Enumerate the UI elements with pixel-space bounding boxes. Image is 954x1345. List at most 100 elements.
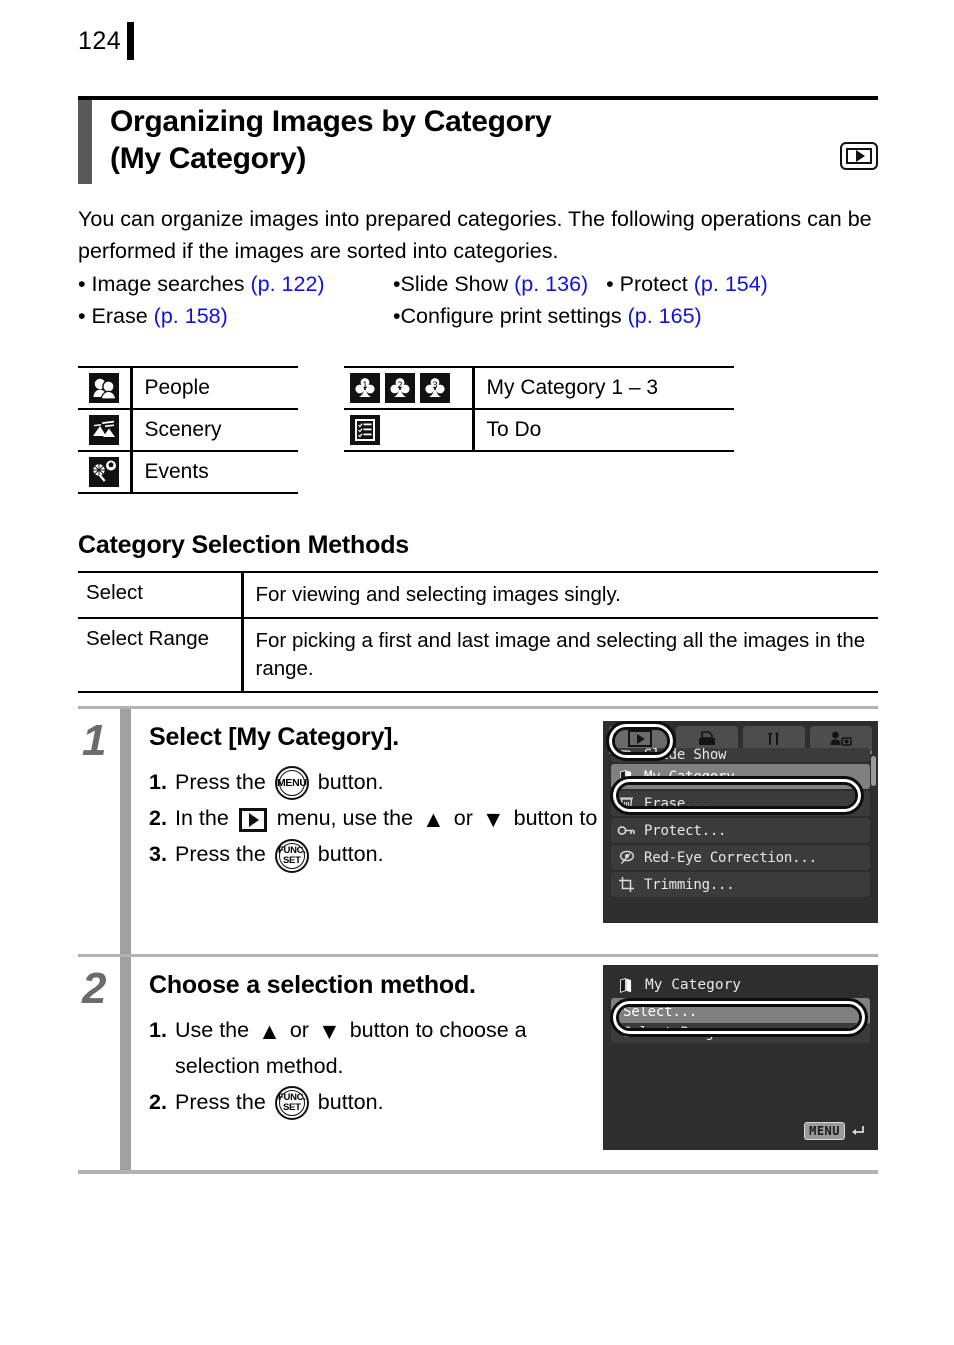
- scenery-icon: [89, 415, 119, 445]
- list-item-trimming[interactable]: Trimming...: [611, 872, 870, 897]
- list-item-number: 1.: [149, 1018, 167, 1042]
- instruction-suffix: button.: [317, 1090, 384, 1114]
- instruction-prefix: Press the: [175, 770, 266, 794]
- category-label: To Do: [486, 418, 542, 441]
- step-1: 1 Select [My Category]. 1. Press the MEN…: [78, 706, 878, 954]
- list-item-label: Select...: [623, 1003, 698, 1020]
- list-item-number: 2.: [149, 1090, 167, 1114]
- list-item-red-eye[interactable]: Red-Eye Correction...: [611, 845, 870, 870]
- table-row: To Do: [344, 408, 734, 452]
- menu-badge[interactable]: MENU: [804, 1122, 845, 1140]
- list-item-label: Select Range...: [623, 1025, 747, 1041]
- step-number: 1: [82, 716, 107, 765]
- arrow-up-icon: ▲: [258, 1017, 281, 1044]
- category-icon-cell: [78, 452, 130, 492]
- bullet-label-2: Slide Show: [400, 272, 509, 296]
- scrollbar-thumb[interactable]: [871, 756, 876, 786]
- bullet-ref-3[interactable]: (p. 154): [694, 272, 768, 296]
- list-item-my-category[interactable]: My Category...: [611, 764, 870, 789]
- events-icon: [89, 457, 119, 487]
- list-item-label: Erase...: [644, 795, 710, 812]
- bullet-ref-1[interactable]: (p. 122): [250, 272, 324, 296]
- method-description: For viewing and selecting images singly.: [255, 583, 621, 606]
- my-camera-tab-icon: [830, 731, 852, 746]
- bullet-marker-2: •: [393, 272, 401, 296]
- print-tab-icon: [699, 730, 715, 745]
- instruction-prefix: Press the: [175, 842, 266, 867]
- category-table-left: People Scenery Events: [78, 366, 298, 494]
- list-item-number: 1.: [149, 770, 167, 794]
- instruction-suffix: button.: [317, 770, 384, 794]
- menu-button-icon: MENU: [274, 766, 309, 801]
- lcd-screen-playback-menu: Slide Show My Category... Erase... Prote…: [603, 721, 878, 923]
- table-row: Select Range For picking a first and las…: [78, 617, 878, 693]
- playback-menu-icon: [238, 807, 267, 832]
- step-body: Select [My Category]. 1. Press the MENU …: [131, 709, 878, 954]
- func-set-label: FUNC. SET: [278, 845, 306, 866]
- list-item-select-range[interactable]: Select Range...: [611, 1023, 870, 1043]
- list-item-number: 3.: [149, 842, 167, 867]
- methods-table: Select For viewing and selecting images …: [78, 571, 878, 693]
- bullet-marker-4: •: [78, 304, 86, 328]
- bullet-row-1: • Image searches (p. 122) •Slide Show (p…: [78, 268, 888, 300]
- intro-block: You can organize images into prepared ca…: [78, 203, 888, 332]
- category-icon-cell: [78, 368, 130, 408]
- lcd-footer-hint: MENU: [804, 1122, 866, 1140]
- bullet-image-searches: • Image searches (p. 122): [78, 268, 393, 300]
- step-body: Choose a selection method. 1. Use the ▲ …: [131, 957, 878, 1170]
- list-item-erase[interactable]: Erase...: [611, 791, 870, 816]
- func-set-button-icon: FUNC. SET: [274, 838, 309, 873]
- protect-icon: [617, 821, 636, 840]
- playback-icon: [840, 142, 878, 170]
- lcd-menu-list: Select... Select Range...: [603, 998, 878, 1043]
- arrow-down-icon: ▼: [317, 1017, 341, 1044]
- bullet-ref-2[interactable]: (p. 136): [514, 272, 588, 296]
- table-row: Scenery: [78, 408, 298, 450]
- list-item[interactable]: Slide Show: [611, 746, 870, 765]
- list-item-label: Slide Show: [644, 747, 727, 763]
- list-item-label: Protect...: [644, 822, 727, 839]
- trimming-icon: [617, 875, 636, 894]
- table-row: Events: [78, 450, 298, 494]
- svg-text:3: 3: [432, 381, 438, 391]
- my-category-3-icon: 3: [420, 373, 450, 403]
- page-title-block: Organizing Images by Category (My Catego…: [78, 100, 878, 184]
- arrow-down-icon: ▼: [481, 806, 505, 833]
- list-item-number: 2.: [149, 806, 167, 831]
- list-item-protect[interactable]: Protect...: [611, 818, 870, 843]
- playback-tab-triangle: [637, 733, 645, 744]
- intro-bullets: • Image searches (p. 122) •Slide Show (p…: [78, 268, 888, 332]
- category-label: Scenery: [144, 418, 222, 441]
- bullet-label-4: Erase: [91, 304, 148, 328]
- my-category-icon: [617, 767, 636, 786]
- step-accent-bar: [120, 957, 131, 1170]
- func-set-label-line2: SET: [283, 1102, 301, 1114]
- page-number-rule: [127, 22, 135, 60]
- page-number: 124: [78, 26, 122, 55]
- red-eye-icon: [617, 848, 636, 867]
- erase-icon: [617, 794, 636, 813]
- bullet-ref-5[interactable]: (p. 165): [628, 304, 702, 328]
- category-label: People: [144, 376, 210, 399]
- method-name: Select: [86, 581, 143, 604]
- slide-show-icon: [617, 746, 636, 765]
- intro-paragraph: You can organize images into prepared ca…: [78, 207, 872, 263]
- instruction-prefix: In the: [175, 806, 229, 831]
- bullet-label-1: Image searches: [91, 272, 245, 296]
- func-set-button-icon: FUNC. SET: [274, 1086, 309, 1121]
- lcd-menu-list: Slide Show My Category... Erase... Prote…: [603, 747, 878, 897]
- list-item-select[interactable]: Select...: [611, 998, 870, 1025]
- method-description: For picking a first and last image and s…: [255, 629, 866, 680]
- bullet-marker-3: •: [606, 272, 614, 296]
- settings-tab-icon: [767, 731, 779, 745]
- page-title-line1: Organizing Images by Category: [110, 105, 552, 138]
- lcd-screen-my-category: My Category Select... Select Range... ME…: [603, 965, 878, 1150]
- page-title: Organizing Images by Category (My Catego…: [110, 100, 552, 177]
- my-category-icon: [617, 975, 636, 994]
- section-heading: Category Selection Methods: [78, 531, 409, 559]
- bullet-ref-4[interactable]: (p. 158): [154, 304, 228, 328]
- table-row: Select For viewing and selecting images …: [78, 571, 878, 617]
- instruction-or: or: [453, 806, 473, 831]
- lcd-screen-title-row: My Category: [603, 965, 878, 998]
- instruction-suffix: button.: [317, 842, 384, 867]
